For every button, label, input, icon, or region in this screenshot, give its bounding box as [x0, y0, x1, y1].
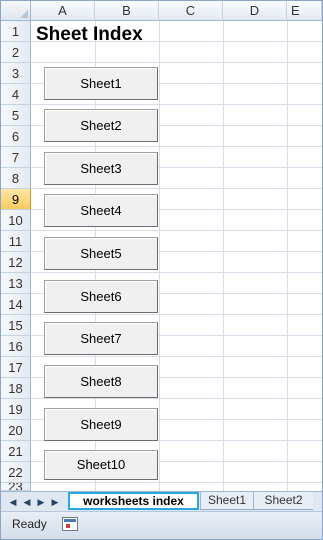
tab-worksheets-index[interactable]: worksheets index	[68, 492, 199, 510]
row-header[interactable]: 17	[1, 357, 31, 378]
row-header[interactable]: 13	[1, 273, 31, 294]
sheet1-button[interactable]: Sheet1	[44, 67, 158, 100]
row-header[interactable]: 20	[1, 420, 31, 441]
column-header-d[interactable]: D	[223, 1, 287, 21]
row-header[interactable]: 14	[1, 294, 31, 315]
spreadsheet-window: A B C D E 1 2 3 4 5 6 7 8 9 10 11 12 13 …	[0, 0, 323, 540]
row-header[interactable]: 2	[1, 42, 31, 63]
column-header-b[interactable]: B	[95, 1, 159, 21]
row-header[interactable]: 11	[1, 231, 31, 252]
row-header[interactable]: 16	[1, 336, 31, 357]
row-header[interactable]: 19	[1, 399, 31, 420]
row-header[interactable]: 6	[1, 126, 31, 147]
column-header-a[interactable]: A	[31, 1, 95, 21]
column-header-c[interactable]: C	[159, 1, 223, 21]
row-header-active[interactable]: 9	[1, 189, 31, 210]
row-header[interactable]: 7	[1, 147, 31, 168]
sheet7-button[interactable]: Sheet7	[44, 322, 158, 355]
row-header[interactable]: 5	[1, 105, 31, 126]
sheet-index-title: Sheet Index	[36, 24, 143, 45]
status-bar: Ready	[1, 511, 322, 539]
status-text: Ready	[12, 517, 47, 531]
sheet9-button[interactable]: Sheet9	[44, 408, 158, 441]
last-sheet-icon[interactable]: ▶	[49, 495, 61, 509]
row-header[interactable]: 22	[1, 462, 31, 483]
tab-sheet2[interactable]: Sheet2	[253, 492, 313, 510]
row-header[interactable]: 23	[1, 483, 31, 491]
row-header[interactable]: 8	[1, 168, 31, 189]
sheet8-button[interactable]: Sheet8	[44, 365, 158, 398]
select-all-corner[interactable]	[1, 1, 31, 21]
row-header[interactable]: 3	[1, 63, 31, 84]
prev-sheet-icon[interactable]: ◀	[21, 495, 33, 509]
sheet3-button[interactable]: Sheet3	[44, 152, 158, 185]
row-header[interactable]: 21	[1, 441, 31, 462]
next-sheet-icon[interactable]: ▶	[35, 495, 47, 509]
row-header[interactable]: 4	[1, 84, 31, 105]
sheet-tab-bar: ◀ ◀ ▶ ▶ worksheets index Sheet1 Sheet2	[1, 491, 322, 511]
row-header[interactable]: 1	[1, 21, 31, 42]
sheet6-button[interactable]: Sheet6	[44, 280, 158, 313]
sheet4-button[interactable]: Sheet4	[44, 194, 158, 227]
tab-sheet1[interactable]: Sheet1	[200, 492, 253, 510]
row-header[interactable]: 18	[1, 378, 31, 399]
sheet10-button[interactable]: Sheet10	[44, 450, 158, 480]
sheet2-button[interactable]: Sheet2	[44, 109, 158, 142]
sheet5-button[interactable]: Sheet5	[44, 237, 158, 270]
row-header[interactable]: 12	[1, 252, 31, 273]
first-sheet-icon[interactable]: ◀	[7, 495, 19, 509]
row-header[interactable]: 15	[1, 315, 31, 336]
macro-record-icon[interactable]	[62, 517, 78, 531]
column-header-e[interactable]: E	[287, 1, 322, 21]
row-header[interactable]: 10	[1, 210, 31, 231]
